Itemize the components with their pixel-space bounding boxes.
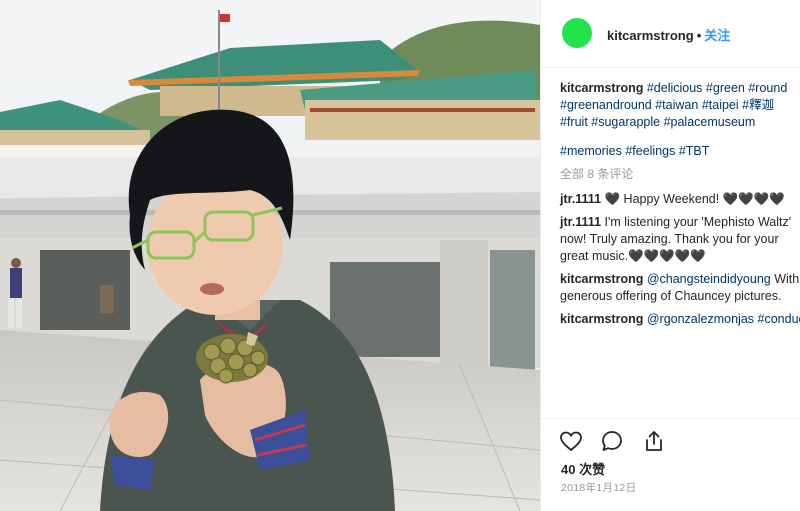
comment-item: jtr.1111 I'm listening your 'Mephisto Wa… xyxy=(560,214,800,265)
share-icon[interactable] xyxy=(642,429,666,453)
heart-icon[interactable] xyxy=(559,429,583,453)
hashtag[interactable]: #memories xyxy=(560,144,622,158)
hashtag[interactable]: #釋迦 xyxy=(742,98,774,112)
hashtag[interactable]: #green xyxy=(706,81,745,95)
comment-item: jtr.1111 🖤 Happy Weekend! 🖤🖤🖤🖤 xyxy=(560,191,800,208)
comment-hashtag[interactable]: #conducting xyxy=(758,312,800,326)
hashtag[interactable]: #greenandround xyxy=(560,98,652,112)
hashtag[interactable]: #feelings xyxy=(625,144,675,158)
hashtag[interactable]: #sugarapple xyxy=(591,115,660,129)
post-actions: 40 次赞 2018年1月12日 xyxy=(541,418,800,511)
hashtag[interactable]: #taipei xyxy=(702,98,739,112)
avatar[interactable] xyxy=(562,18,592,48)
caption: kitcarmstrong #delicious #green #round #… xyxy=(560,80,800,160)
comment-icon[interactable] xyxy=(600,429,624,453)
comment-mention[interactable]: @changsteindidyoung xyxy=(647,272,771,286)
hashtag[interactable]: #round xyxy=(748,81,787,95)
hashtag[interactable]: #TBT xyxy=(679,144,710,158)
comment-item: kitcarmstrong @changsteindidyoung With g… xyxy=(560,271,800,305)
post-date: 2018年1月12日 xyxy=(561,482,637,494)
hashtag[interactable]: #taiwan xyxy=(655,98,698,112)
comments-list: kitcarmstrong #delicious #green #round #… xyxy=(560,80,800,334)
comment-mention[interactable]: @rgonzalezmonjas xyxy=(647,312,754,326)
separator-dot: • xyxy=(696,28,702,43)
hashtag[interactable]: #palacemuseum xyxy=(664,115,756,129)
post-side-panel: kitcarmstrong • 关注 kitcarmstrong #deliciou… xyxy=(540,0,800,511)
post-photo xyxy=(0,0,540,511)
action-icons xyxy=(559,429,679,455)
comment-item: kitcarmstrong @rgonzalezmonjas #conducti… xyxy=(560,311,800,328)
post-username[interactable]: kitcarmstrong xyxy=(607,28,694,43)
hashtag[interactable]: #delicious xyxy=(647,81,703,95)
view-all-comments-link[interactable]: 全部 8 条评论 xyxy=(560,166,800,183)
hashtag[interactable]: #fruit xyxy=(560,115,588,129)
post-header: kitcarmstrong • 关注 xyxy=(541,0,800,68)
comment-username[interactable]: jtr.1111 xyxy=(560,192,601,206)
comment-text: 🖤 Happy Weekend! 🖤🖤🖤🖤 xyxy=(604,192,785,206)
comment-username[interactable]: jtr.1111 xyxy=(560,215,601,229)
comment-username[interactable]: kitcarmstrong xyxy=(560,312,643,326)
caption-username[interactable]: kitcarmstrong xyxy=(560,81,643,95)
comment-username[interactable]: kitcarmstrong xyxy=(560,272,643,286)
likes-count[interactable]: 40 次赞 xyxy=(561,459,605,478)
follow-button[interactable]: 关注 xyxy=(704,28,730,43)
